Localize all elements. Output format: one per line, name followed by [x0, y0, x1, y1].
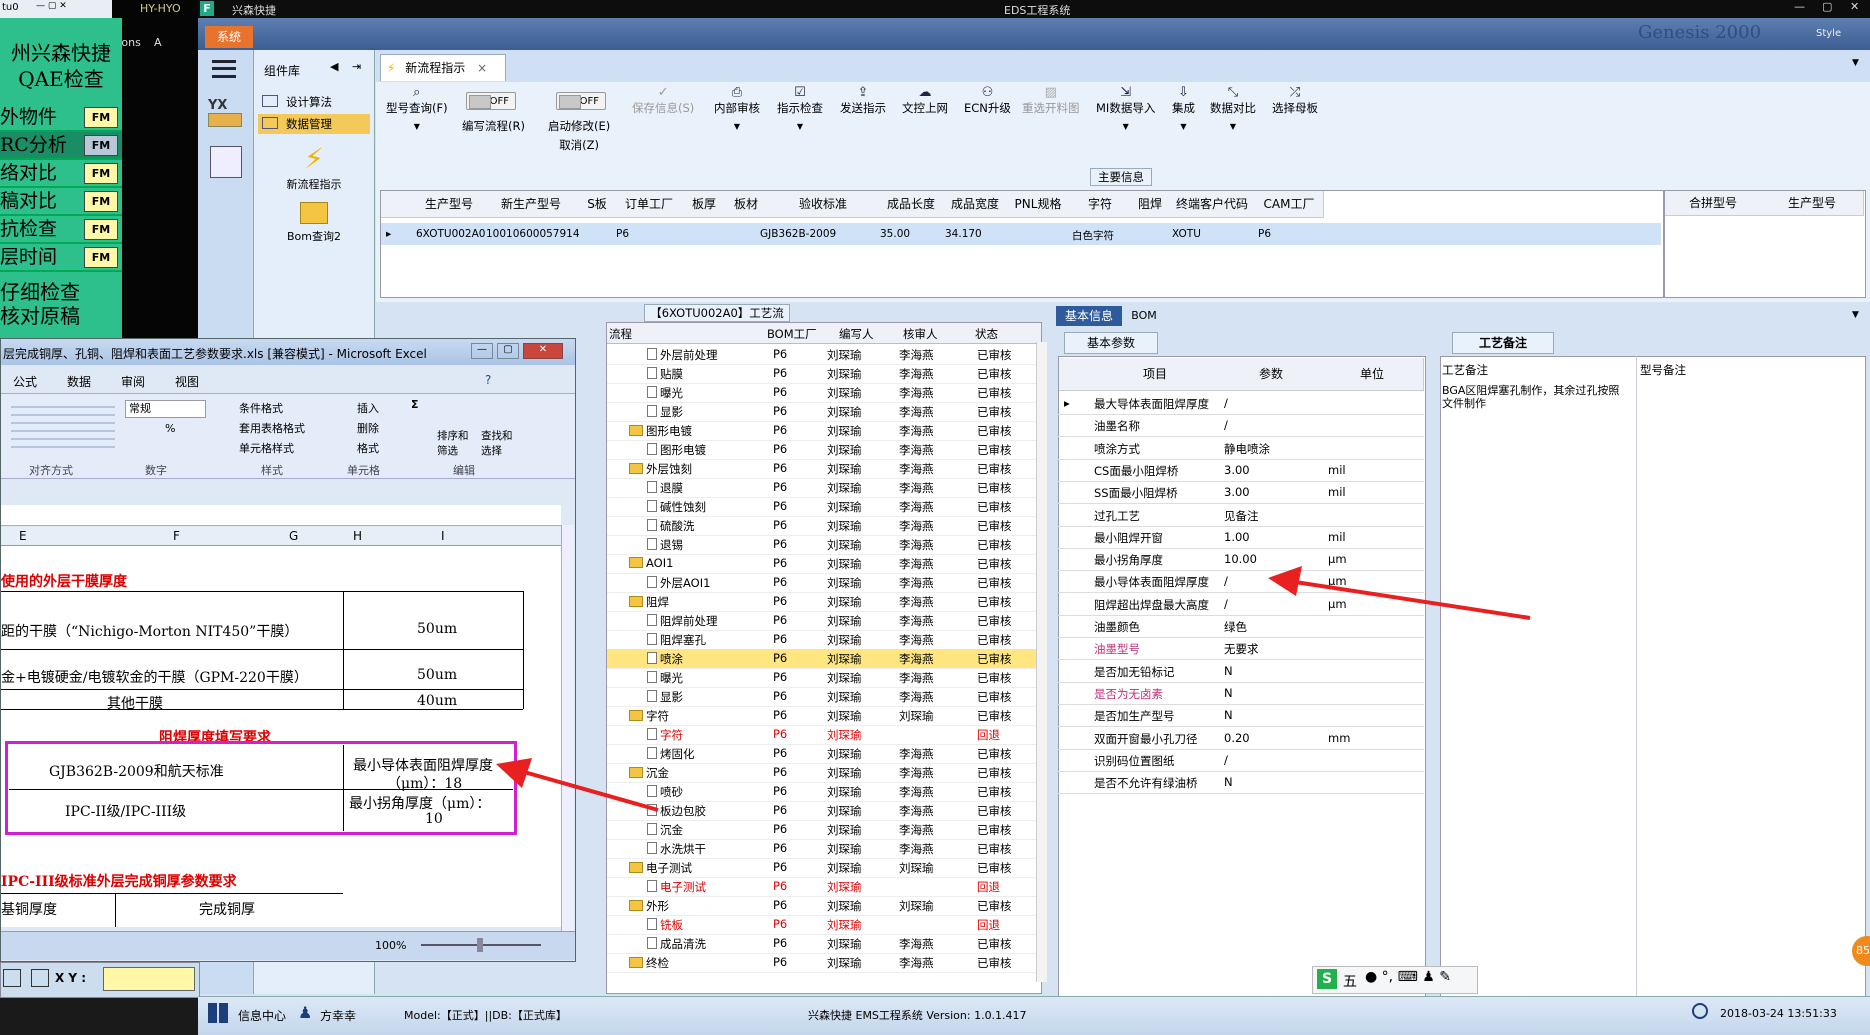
user-name: 方幸幸	[320, 1009, 357, 1023]
xy-input[interactable]	[103, 967, 195, 991]
user-icon: ♟	[298, 1003, 313, 1022]
status-bar: 信息中心 ♟ 方幸幸 Model:【正式】||DB:【正式库】 兴森快捷 EMS…	[198, 996, 1870, 1035]
ime-toolbar[interactable]: S 五 ● °, ⌨ ♟ ✎	[1312, 966, 1478, 994]
grid-icon[interactable]	[31, 969, 49, 987]
grid-apps-icon[interactable]	[208, 1003, 228, 1023]
version-text: 兴森快捷 EMS工程系统 Version: 1.0.1.417	[808, 1009, 1027, 1022]
annotation-arrows	[496, 566, 1531, 812]
clock-icon	[1692, 1003, 1708, 1019]
model-status: Model:【正式】||DB:【正式库】	[404, 1009, 567, 1022]
datetime: 2018-03-24 13:51:33	[1720, 1007, 1837, 1020]
measure-icon[interactable]	[3, 969, 21, 987]
xy-readout: X Y :	[0, 962, 200, 998]
info-center[interactable]: 信息中心	[238, 1007, 286, 1024]
sogou-icon: S	[1317, 969, 1337, 989]
